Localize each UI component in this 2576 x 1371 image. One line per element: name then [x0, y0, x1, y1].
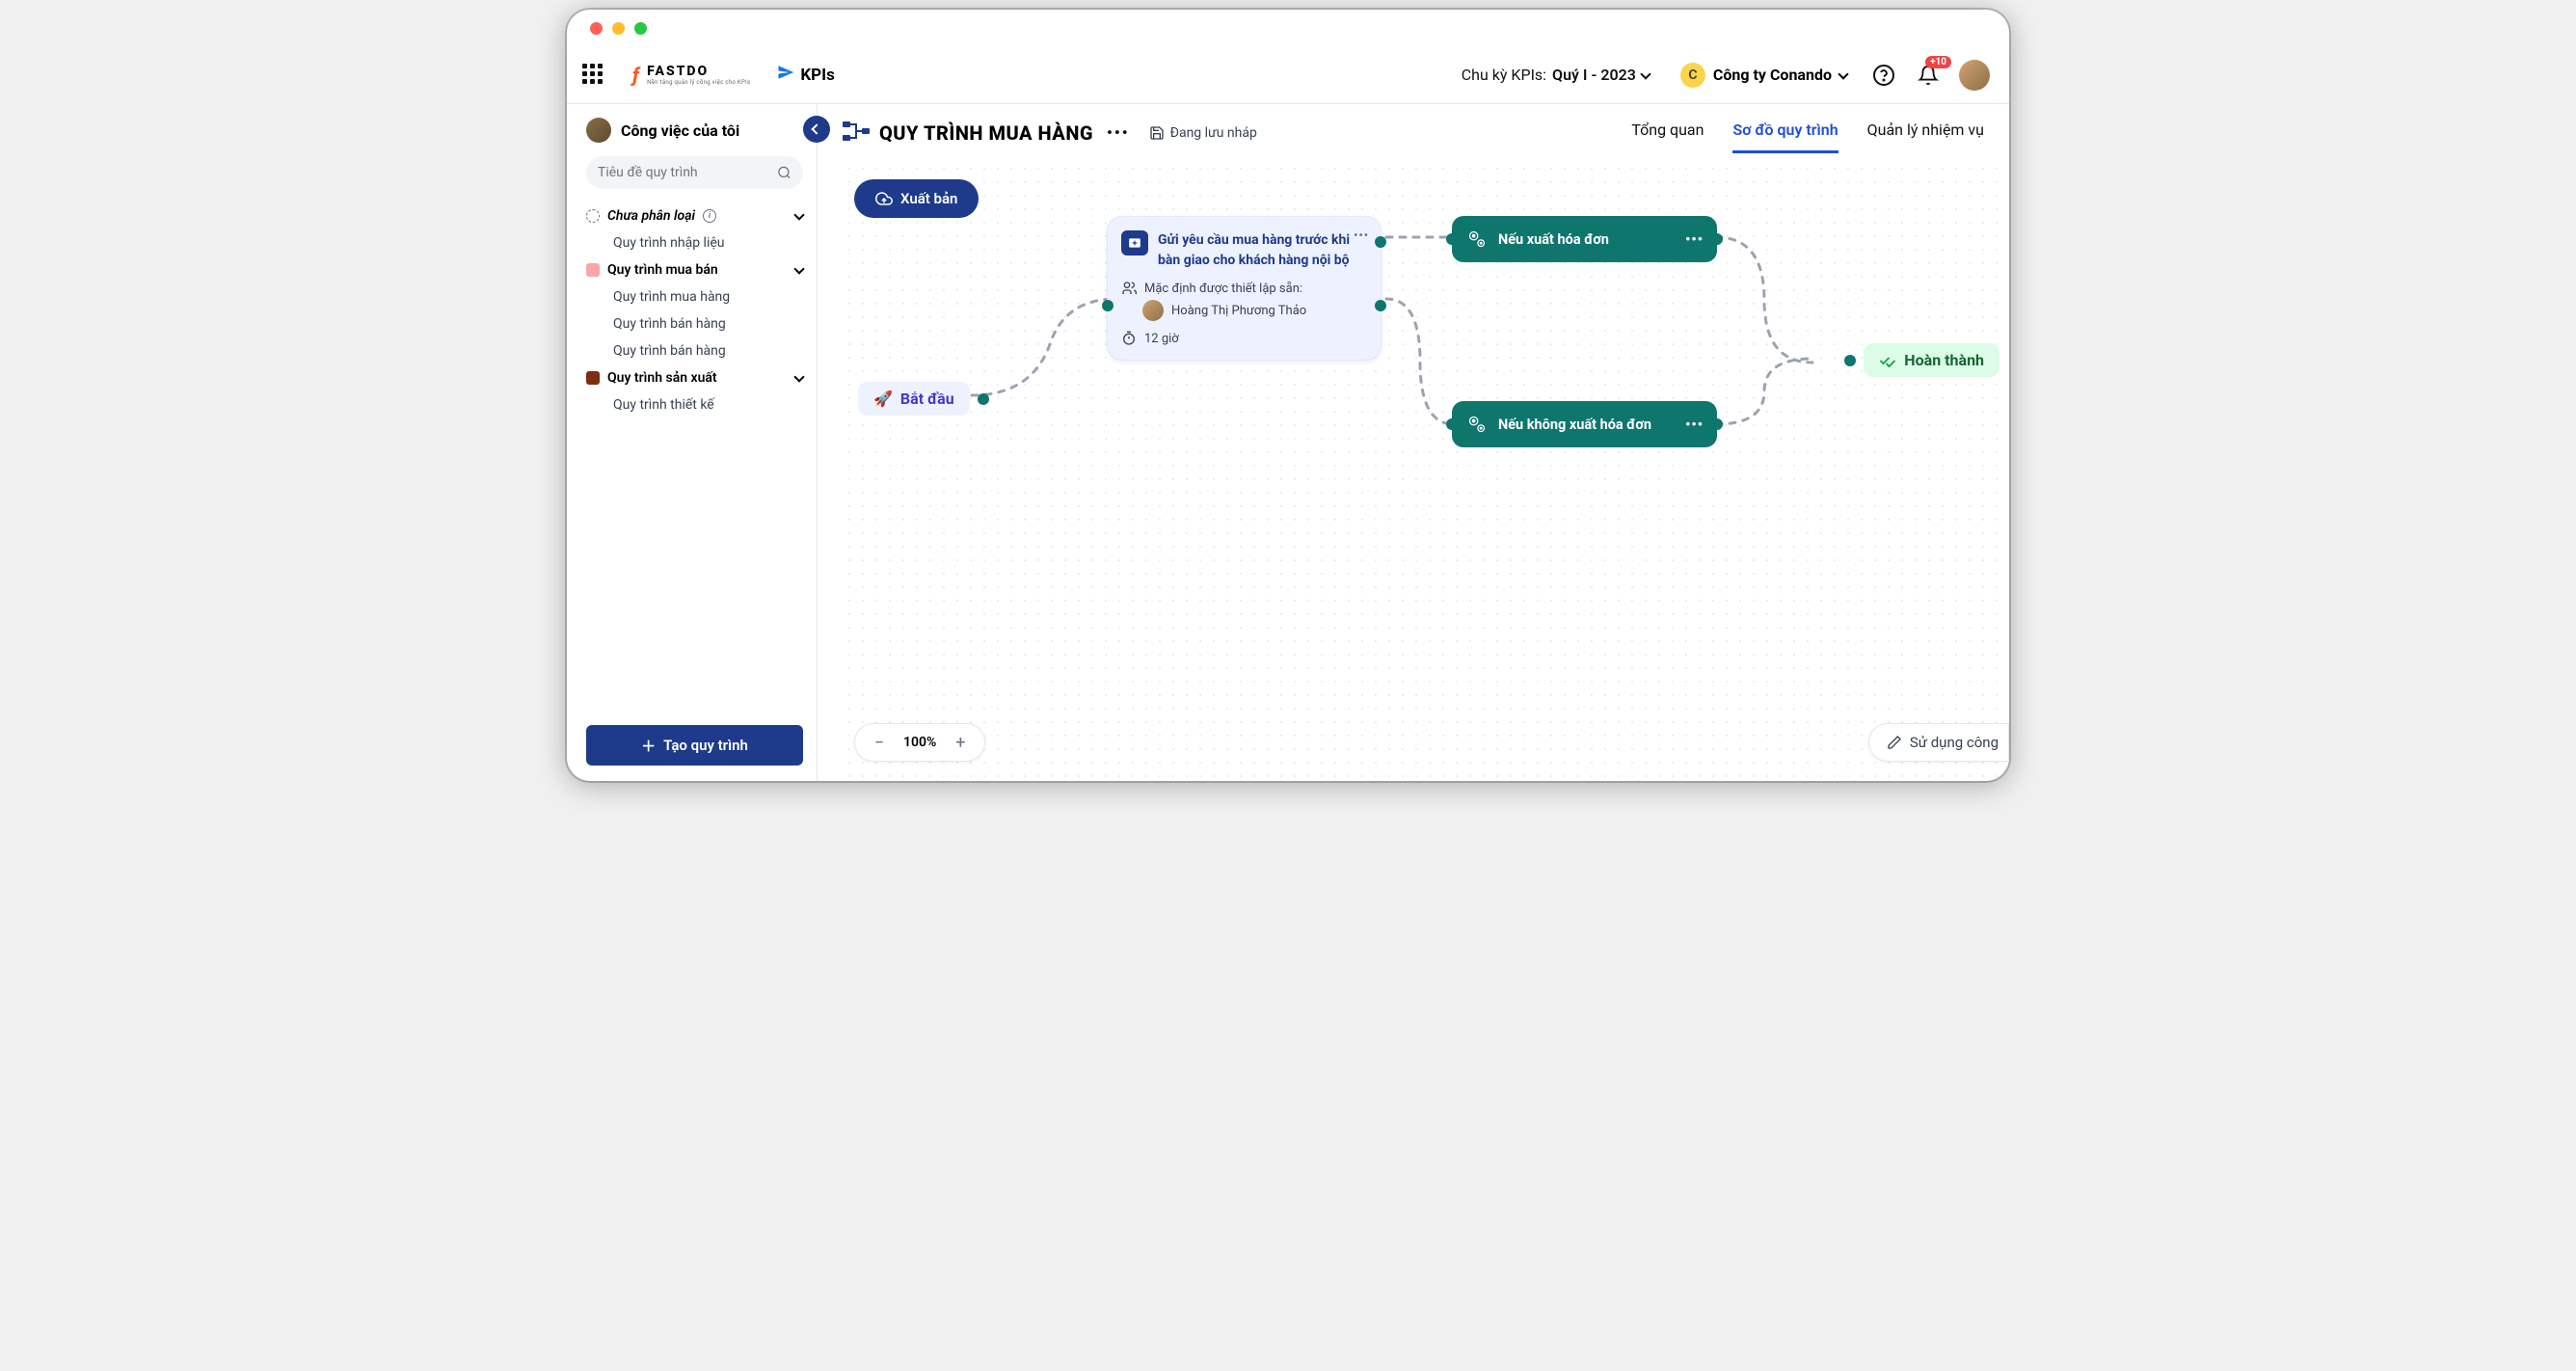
chevron-down-icon	[793, 263, 804, 274]
use-template-button[interactable]: Sử dụng công	[1868, 723, 2009, 762]
sidebar-item[interactable]: Quy trình bán hàng	[586, 337, 803, 364]
rocket-icon: 🚀	[873, 390, 893, 408]
kpi-module[interactable]: KPIs	[777, 64, 834, 86]
more-actions-button[interactable]: •••	[1107, 123, 1130, 142]
start-node[interactable]: 🚀 Bắt đầu	[858, 382, 970, 416]
app-window: ƒ FASTDO Nền tảng quản lý công việc cho …	[567, 10, 2009, 781]
pencil-icon	[1887, 735, 1902, 750]
search-field[interactable]	[586, 156, 803, 189]
zoom-control: − 100% +	[854, 723, 985, 762]
output-port[interactable]	[1711, 418, 1723, 430]
color-square-icon	[586, 263, 600, 277]
condition-node-1[interactable]: Nếu xuất hóa đơn •••	[1452, 216, 1717, 262]
gear-icon	[1465, 413, 1489, 436]
output-port[interactable]	[1711, 233, 1723, 245]
main-area: QUY TRÌNH MUA HÀNG ••• Đang lưu nháp Tổn…	[818, 104, 2009, 781]
sidebar-group-san-xuat[interactable]: Quy trình sản xuất	[586, 364, 803, 391]
draft-status: Đang lưu nháp	[1149, 125, 1257, 141]
gear-icon	[1465, 228, 1489, 251]
task-node[interactable]: ••• Gửi yêu cầu mua hàng trước khi bàn g…	[1107, 216, 1382, 361]
chevron-left-icon	[811, 123, 821, 134]
publish-button[interactable]: Xuất bản	[854, 179, 979, 218]
save-icon	[1149, 125, 1165, 141]
flow-canvas[interactable]: Xuất bản 🚀 Bắt đầu	[837, 162, 2009, 781]
sidebar-item[interactable]: Quy trình bán hàng	[586, 310, 803, 337]
output-port[interactable]	[1375, 236, 1386, 248]
plus-icon: ＋	[641, 736, 656, 756]
output-port[interactable]	[978, 393, 989, 405]
help-button[interactable]	[1870, 62, 1897, 89]
chevron-down-icon	[793, 209, 804, 220]
task-icon	[1121, 230, 1148, 255]
input-port[interactable]	[1844, 355, 1856, 366]
chevron-down-icon	[1640, 68, 1650, 79]
tab-diagram[interactable]: Sơ đồ quy trình	[1732, 113, 1838, 153]
zoom-in-button[interactable]: +	[950, 732, 971, 753]
node-more-button[interactable]: •••	[1685, 231, 1704, 248]
search-icon	[777, 165, 792, 180]
notification-badge: +10	[1925, 56, 1951, 68]
node-more-button[interactable]: •••	[1685, 417, 1704, 433]
process-flow-icon	[843, 120, 870, 147]
chevron-down-icon	[793, 371, 804, 382]
chevron-down-icon	[1838, 68, 1848, 79]
output-port[interactable]	[1375, 300, 1386, 311]
sidebar-item[interactable]: Quy trình thiết kế	[586, 391, 803, 418]
tab-tasks[interactable]: Quản lý nhiệm vụ	[1867, 113, 1984, 153]
cycle-selector[interactable]: Chu kỳ KPIs: Quý I - 2023	[1462, 66, 1650, 84]
search-input[interactable]	[598, 165, 769, 180]
double-check-icon	[1879, 352, 1896, 369]
input-port[interactable]	[1102, 300, 1114, 311]
apps-menu-icon[interactable]	[582, 64, 605, 87]
minimize-window-icon[interactable]	[612, 22, 625, 35]
create-process-button[interactable]: ＋ Tạo quy trình	[586, 725, 803, 766]
condition-node-2[interactable]: Nếu không xuất hóa đơn •••	[1452, 401, 1717, 447]
main-tabs: Tổng quan Sơ đồ quy trình Quản lý nhiệm …	[1631, 113, 1984, 153]
node-more-button[interactable]: •••	[1354, 228, 1369, 242]
company-avatar: C	[1680, 63, 1705, 88]
dotted-circle-icon	[586, 209, 600, 223]
titlebar	[567, 10, 2009, 46]
input-port[interactable]	[1446, 418, 1458, 430]
company-selector[interactable]: C Công ty Conando	[1680, 63, 1847, 88]
notifications-button[interactable]: +10	[1915, 62, 1942, 89]
maximize-window-icon[interactable]	[634, 22, 647, 35]
paper-plane-icon	[777, 64, 794, 86]
page-title: QUY TRÌNH MUA HÀNG	[879, 121, 1093, 145]
zoom-level: 100%	[903, 735, 936, 750]
brand-logo[interactable]: ƒ FASTDO Nền tảng quản lý công việc cho …	[632, 64, 750, 87]
main-header: QUY TRÌNH MUA HÀNG ••• Đang lưu nháp Tổn…	[818, 104, 2009, 162]
input-port[interactable]	[1446, 233, 1458, 245]
collapse-sidebar-button[interactable]	[803, 116, 830, 143]
sidebar: Công việc của tôi Chưa phân loại i Quy t…	[567, 104, 818, 781]
tab-overview[interactable]: Tổng quan	[1631, 113, 1704, 153]
info-icon: i	[703, 209, 716, 223]
task-title: Gửi yêu cầu mua hàng trước khi bàn giao …	[1158, 230, 1365, 271]
zoom-out-button[interactable]: −	[869, 732, 890, 753]
user-avatar-small	[586, 118, 611, 143]
sidebar-item[interactable]: Quy trình mua hàng	[586, 283, 803, 310]
done-node[interactable]: Hoàn thành	[1864, 343, 1999, 377]
cloud-upload-icon	[875, 190, 893, 207]
close-window-icon[interactable]	[590, 22, 603, 35]
assignee-avatar	[1142, 300, 1164, 321]
topbar: ƒ FASTDO Nền tảng quản lý công việc cho …	[567, 46, 2009, 104]
sidebar-group-uncategorized[interactable]: Chưa phân loại i	[586, 202, 803, 229]
color-square-icon	[586, 371, 600, 385]
sidebar-title: Công việc của tôi	[586, 118, 803, 143]
user-avatar[interactable]	[1959, 60, 1990, 91]
people-icon	[1121, 281, 1137, 296]
sidebar-group-mua-ban[interactable]: Quy trình mua bán	[586, 256, 803, 283]
stopwatch-icon	[1121, 331, 1137, 346]
sidebar-item[interactable]: Quy trình nhập liệu	[586, 229, 803, 256]
